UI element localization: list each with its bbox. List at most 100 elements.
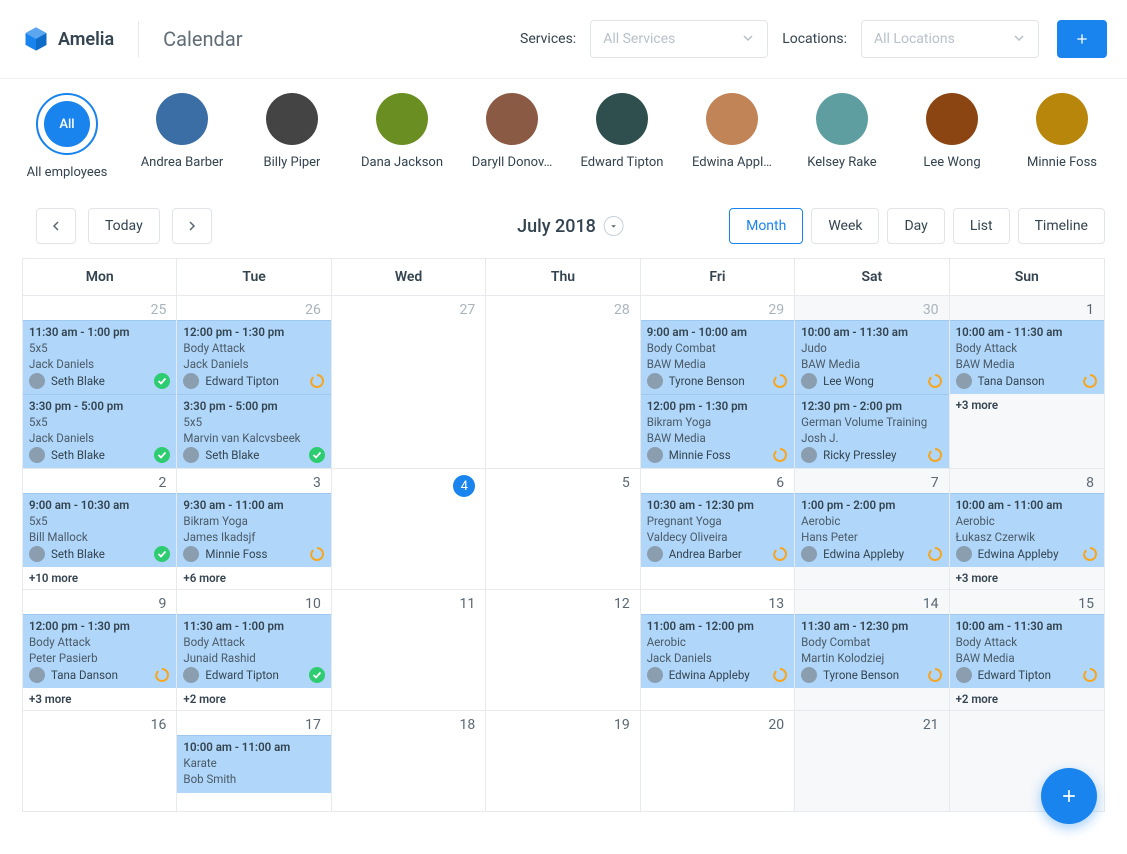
calendar-event[interactable]: 11:30 am - 12:30 pmBody CombatMartin Kol… — [795, 614, 948, 688]
today-button[interactable]: Today — [88, 208, 160, 244]
calendar-event[interactable]: 11:00 am - 12:00 pmAerobicJack DanielsEd… — [641, 614, 794, 688]
event-staff: Edward Tipton — [205, 668, 278, 682]
calendar-event[interactable]: 12:30 pm - 2:00 pmGerman Volume Training… — [795, 394, 948, 468]
employee-filter-item[interactable]: Andrea Barber — [142, 93, 222, 180]
calendar-event[interactable]: 1:00 pm - 2:00 pmAerobicHans PeterEdwina… — [795, 493, 948, 567]
calendar-day-cell[interactable]: 3010:00 am - 11:30 amJudoBAW MediaLee Wo… — [795, 296, 949, 468]
calendar-event[interactable]: 10:00 am - 11:30 amBody AttackBAW MediaE… — [950, 614, 1104, 688]
calendar-day-cell[interactable]: 1011:30 am - 1:00 pmBody AttackJunaid Ra… — [177, 590, 331, 710]
calendar-event[interactable]: 12:00 pm - 1:30 pmBikram YogaBAW MediaMi… — [641, 394, 794, 468]
calendar-day-cell[interactable]: 29:00 am - 10:30 am5x5Bill MallockSeth B… — [23, 469, 177, 589]
calendar-day-cell[interactable]: 1510:00 am - 11:30 amBody AttackBAW Medi… — [950, 590, 1104, 710]
event-time: 3:30 pm - 5:00 pm — [183, 399, 324, 413]
calendar-event[interactable]: 12:00 pm - 1:30 pmBody AttackJack Daniel… — [177, 320, 330, 394]
calendar-day-cell[interactable]: 19 — [486, 711, 640, 811]
event-time: 10:00 am - 11:00 am — [183, 740, 324, 754]
employee-filter-item[interactable]: Billy Piper — [252, 93, 332, 180]
calendar-event[interactable]: 10:00 am - 11:30 amJudoBAW MediaLee Wong — [795, 320, 948, 394]
view-week[interactable]: Week — [811, 208, 879, 244]
calendar-day-cell[interactable]: 16 — [23, 711, 177, 811]
prev-button[interactable] — [36, 208, 76, 244]
calendar-event[interactable]: 3:30 pm - 5:00 pm5x5Marvin van Kalcvsbee… — [177, 394, 330, 468]
avatar — [647, 373, 663, 389]
calendar-day-cell[interactable]: 1311:00 am - 12:00 pmAerobicJack Daniels… — [641, 590, 795, 710]
logo-icon — [22, 25, 50, 53]
calendar-day-cell[interactable]: 2612:00 pm - 1:30 pmBody AttackJack Dani… — [177, 296, 331, 468]
more-events-link[interactable]: +10 more — [23, 567, 176, 589]
add-button[interactable] — [1057, 20, 1107, 58]
calendar-day-cell[interactable]: 1411:30 am - 12:30 pmBody CombatMartin K… — [795, 590, 949, 710]
more-events-link[interactable]: +3 more — [950, 567, 1104, 589]
view-timeline[interactable]: Timeline — [1018, 208, 1105, 244]
day-number: 14 — [795, 590, 948, 614]
app-logo[interactable]: Amelia — [22, 25, 114, 53]
event-title: Body Attack — [183, 341, 324, 355]
calendar-day-cell[interactable]: 912:00 pm - 1:30 pmBody AttackPeter Pasi… — [23, 590, 177, 710]
next-button[interactable] — [172, 208, 212, 244]
employee-filter-item[interactable]: Lee Wong — [912, 93, 992, 180]
calendar-day-cell[interactable]: 21 — [795, 711, 949, 811]
event-title: Body Combat — [647, 341, 788, 355]
more-events-link[interactable]: +2 more — [950, 688, 1104, 710]
month-title[interactable]: July 2018 — [517, 216, 624, 237]
calendar-event[interactable]: 9:30 am - 11:00 amBikram YogaJames Ikads… — [177, 493, 330, 567]
employee-filter-item[interactable]: Daryll Donov… — [472, 93, 552, 180]
more-events-link[interactable]: +3 more — [950, 394, 1104, 416]
calendar-day-cell[interactable]: 299:00 am - 10:00 amBody CombatBAW Media… — [641, 296, 795, 468]
day-number: 18 — [332, 711, 485, 735]
calendar-event[interactable]: 12:00 pm - 1:30 pmBody AttackPeter Pasie… — [23, 614, 176, 688]
status-pending-icon — [1082, 546, 1098, 562]
day-number: 6 — [641, 469, 794, 493]
calendar-day-cell[interactable]: 11 — [332, 590, 486, 710]
calendar-day-cell[interactable]: 12 — [486, 590, 640, 710]
calendar-event[interactable]: 11:30 am - 1:00 pm5x5Jack DanielsSeth Bl… — [23, 320, 176, 394]
view-list[interactable]: List — [953, 208, 1010, 244]
calendar-event[interactable]: 9:00 am - 10:30 am5x5Bill MallockSeth Bl… — [23, 493, 176, 567]
calendar-day-cell[interactable]: 28 — [486, 296, 640, 468]
view-month[interactable]: Month — [729, 208, 803, 244]
event-title: Bikram Yoga — [647, 415, 788, 429]
calendar-event[interactable]: 10:30 am - 12:30 pmPregnant YogaValdecy … — [641, 493, 794, 567]
calendar-day-cell[interactable]: 610:30 am - 12:30 pmPregnant YogaValdecy… — [641, 469, 795, 589]
day-number: 13 — [641, 590, 794, 614]
view-day[interactable]: Day — [887, 208, 944, 244]
day-number: 29 — [641, 296, 794, 320]
avatar — [29, 667, 45, 683]
calendar-event[interactable]: 10:00 am - 11:00 amKarateBob Smith — [177, 735, 330, 793]
calendar-day-cell[interactable]: 18 — [332, 711, 486, 811]
calendar-day-cell[interactable]: 27 — [332, 296, 486, 468]
calendar-day-cell[interactable]: 110:00 am - 11:30 amBody AttackBAW Media… — [950, 296, 1104, 468]
more-events-link[interactable]: +2 more — [177, 688, 330, 710]
services-select[interactable]: All Services — [590, 20, 768, 58]
calendar-day-cell[interactable]: 4 — [332, 469, 486, 589]
employee-filter-item[interactable]: Dana Jackson — [362, 93, 442, 180]
calendar-event[interactable]: 3:30 pm - 5:00 pm5x5Jack DanielsSeth Bla… — [23, 394, 176, 468]
calendar-day-cell[interactable]: 20 — [641, 711, 795, 811]
calendar-event[interactable]: 10:00 am - 11:30 amBody AttackBAW MediaT… — [950, 320, 1104, 394]
calendar-day-cell[interactable]: 1710:00 am - 11:00 amKarateBob Smith — [177, 711, 331, 811]
locations-select[interactable]: All Locations — [861, 20, 1039, 58]
calendar-day-cell[interactable]: 2511:30 am - 1:00 pm5x5Jack DanielsSeth … — [23, 296, 177, 468]
employee-filter-item[interactable]: AllAll employees — [22, 93, 112, 180]
calendar-day-cell[interactable]: 810:00 am - 11:00 amAerobicŁukasz Czerwi… — [950, 469, 1104, 589]
calendar-event[interactable]: 9:00 am - 10:00 amBody CombatBAW MediaTy… — [641, 320, 794, 394]
event-sub: Bill Mallock — [29, 530, 170, 544]
employee-filter-item[interactable]: Minnie Foss — [1022, 93, 1102, 180]
status-pending-icon — [927, 373, 943, 389]
employee-filter-item[interactable]: Kelsey Rake — [802, 93, 882, 180]
event-sub: BAW Media — [956, 651, 1098, 665]
more-events-link[interactable]: +3 more — [23, 688, 176, 710]
calendar-day-cell[interactable]: 39:30 am - 11:00 amBikram YogaJames Ikad… — [177, 469, 331, 589]
more-events-link[interactable]: +6 more — [177, 567, 330, 589]
calendar-day-cell[interactable]: 5 — [486, 469, 640, 589]
event-title: Karate — [183, 756, 324, 770]
event-title: German Volume Training — [801, 415, 942, 429]
calendar-event[interactable]: 10:00 am - 11:00 amAerobicŁukasz Czerwik… — [950, 493, 1104, 567]
calendar-event[interactable]: 11:30 am - 1:00 pmBody AttackJunaid Rash… — [177, 614, 330, 688]
employee-filter-item[interactable]: Edwina Appl… — [692, 93, 772, 180]
employee-filter-item[interactable]: Edward Tipton — [582, 93, 662, 180]
fab-add[interactable] — [1041, 768, 1097, 824]
day-number: 2 — [23, 469, 176, 493]
calendar-day-cell[interactable]: 71:00 pm - 2:00 pmAerobicHans PeterEdwin… — [795, 469, 949, 589]
event-sub: BAW Media — [956, 357, 1098, 371]
